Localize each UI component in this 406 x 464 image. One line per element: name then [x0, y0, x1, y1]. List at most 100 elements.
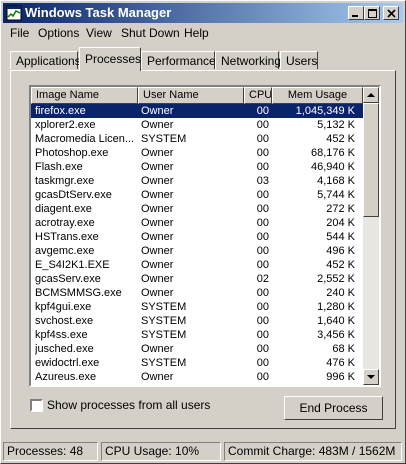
- process-row[interactable]: acrotray.exe Owner 00 204 K: [31, 216, 363, 230]
- process-user: SYSTEM: [141, 329, 187, 341]
- process-cpu: 00: [256, 245, 269, 257]
- process-name: HSTrans.exe: [35, 231, 99, 243]
- process-user: Owner: [141, 287, 174, 299]
- process-mem: 68 K: [332, 343, 355, 355]
- process-mem: 996 K: [326, 371, 355, 383]
- process-name: CTSVCCDA.EXE: [35, 384, 137, 385]
- menu-help[interactable]: Help: [184, 26, 209, 40]
- process-row[interactable]: avgemc.exe Owner 00 496 K: [31, 244, 363, 258]
- process-row[interactable]: HSTrans.exe Owner 00 544 K: [31, 230, 363, 244]
- maximize-icon: [368, 9, 377, 18]
- process-row[interactable]: E_S4I2K1.EXE Owner 00 452 K: [31, 258, 363, 272]
- status-cpu-usage: CPU Usage: 10%: [101, 442, 221, 461]
- show-all-users-label[interactable]: Show processes from all users: [47, 399, 210, 412]
- tab-applications[interactable]: Applications: [10, 51, 81, 69]
- process-row[interactable]: gcasServ.exe Owner 02 2,552 K: [31, 272, 363, 286]
- process-user: SYSTEM: [141, 384, 241, 385]
- process-row[interactable]: Flash.exe Owner 00 46,940 K: [31, 160, 363, 174]
- process-name: Macromedia Licen...: [35, 133, 135, 145]
- process-row[interactable]: BCMSMMSG.exe Owner 00 240 K: [31, 286, 363, 300]
- menu-bar: File Options View Shut Down Help: [3, 23, 403, 43]
- process-cpu: 00: [245, 384, 269, 385]
- process-name: taskmgr.exe: [35, 175, 95, 187]
- process-row[interactable]: diagent.exe Owner 00 272 K: [31, 202, 363, 216]
- process-name: BCMSMMSG.exe: [35, 287, 122, 299]
- process-row[interactable]: svchost.exe SYSTEM 00 1,640 K: [31, 314, 363, 328]
- scroll-down-button[interactable]: [363, 369, 379, 385]
- process-mem: 1,280 K: [317, 301, 355, 313]
- end-process-button[interactable]: End Process: [284, 396, 383, 420]
- process-user: Owner: [141, 343, 174, 355]
- process-row[interactable]: Photoshop.exe Owner 00 68,176 K: [31, 146, 363, 160]
- process-cpu: 00: [256, 357, 269, 369]
- column-mem-usage[interactable]: Mem Usage: [272, 87, 363, 104]
- menu-options[interactable]: Options: [38, 26, 79, 40]
- window-title: Windows Task Manager: [25, 5, 172, 20]
- process-user: SYSTEM: [141, 315, 187, 327]
- scroll-down-icon: [367, 375, 375, 379]
- process-mem: 476 K: [326, 357, 355, 369]
- scroll-up-icon: [367, 93, 375, 97]
- menu-view[interactable]: View: [86, 26, 112, 40]
- process-name: avgemc.exe: [35, 245, 95, 257]
- tab-networking[interactable]: Networking: [215, 51, 281, 69]
- process-user: Owner: [141, 161, 174, 173]
- process-cpu: 02: [256, 273, 269, 285]
- process-user: Owner: [141, 217, 174, 229]
- process-row[interactable]: Azureus.exe Owner 00 996 K: [31, 370, 363, 384]
- tab-performance[interactable]: Performance: [141, 51, 216, 69]
- menu-file[interactable]: File: [10, 26, 29, 40]
- process-user: Owner: [141, 231, 174, 243]
- process-name: acrotray.exe: [35, 217, 95, 229]
- process-cpu: 00: [256, 287, 269, 299]
- process-row[interactable]: ewidoctrl.exe SYSTEM 00 476 K: [31, 356, 363, 370]
- process-row[interactable]: kpf4gui.exe SYSTEM 00 1,280 K: [31, 300, 363, 314]
- close-icon: [387, 9, 396, 18]
- process-row[interactable]: gcasDtServ.exe Owner 00 5,744 K: [31, 188, 363, 202]
- close-button[interactable]: [383, 6, 399, 20]
- process-list[interactable]: Image Name User Name CPU Mem Usage firef…: [29, 85, 381, 387]
- process-mem: 68,176 K: [310, 147, 355, 159]
- maximize-button[interactable]: [364, 6, 380, 20]
- process-user: Owner: [141, 147, 174, 159]
- process-user: Owner: [141, 189, 174, 201]
- process-user: Owner: [141, 273, 174, 285]
- process-mem: 2,552 K: [317, 273, 355, 285]
- status-bar: Processes: 48 CPU Usage: 10% Commit Char…: [3, 442, 403, 461]
- process-row[interactable]: taskmgr.exe Owner 03 4,168 K: [31, 174, 363, 188]
- process-mem: 204 K: [326, 217, 355, 229]
- process-user: SYSTEM: [141, 301, 187, 313]
- process-mem: 496 K: [326, 245, 355, 257]
- process-user: SYSTEM: [141, 133, 187, 145]
- process-user: Owner: [141, 105, 174, 117]
- column-cpu[interactable]: CPU: [244, 87, 272, 104]
- status-processes: Processes: 48: [3, 442, 98, 461]
- process-row[interactable]: kpf4ss.exe SYSTEM 00 3,456 K: [31, 328, 363, 342]
- process-user: Owner: [141, 371, 174, 383]
- process-row[interactable]: firefox.exe Owner 00 1,045,349 K: [31, 104, 363, 118]
- process-row[interactable]: Macromedia Licen... SYSTEM 00 452 K: [31, 132, 363, 146]
- vertical-scrollbar[interactable]: [363, 87, 379, 385]
- process-cpu: 00: [256, 133, 269, 145]
- process-mem: 5,132 K: [317, 119, 355, 131]
- tab-processes[interactable]: Processes: [79, 47, 141, 71]
- process-mem: 3,456 K: [317, 329, 355, 341]
- process-cpu: 00: [256, 329, 269, 341]
- minimize-button[interactable]: [348, 6, 364, 20]
- scroll-thumb[interactable]: [363, 103, 379, 217]
- column-user-name[interactable]: User Name: [138, 87, 244, 104]
- process-name: Flash.exe: [35, 161, 83, 173]
- process-mem: 46,940 K: [310, 161, 355, 173]
- process-cpu: 00: [256, 203, 269, 215]
- process-row[interactable]: CTSVCCDA.EXE SYSTEM 00 000 K: [31, 384, 363, 385]
- process-row[interactable]: xplorer2.exe Owner 00 5,132 K: [31, 118, 363, 132]
- column-image-name[interactable]: Image Name: [31, 87, 138, 104]
- scroll-up-button[interactable]: [363, 87, 379, 103]
- process-cpu: 00: [256, 105, 269, 117]
- tab-users[interactable]: Users: [280, 51, 318, 69]
- menu-shut-down[interactable]: Shut Down: [121, 26, 180, 40]
- show-all-users-checkbox[interactable]: [30, 399, 43, 412]
- title-bar[interactable]: Windows Task Manager: [3, 3, 403, 23]
- process-row[interactable]: jusched.exe Owner 00 68 K: [31, 342, 363, 356]
- process-name: Azureus.exe: [35, 371, 97, 383]
